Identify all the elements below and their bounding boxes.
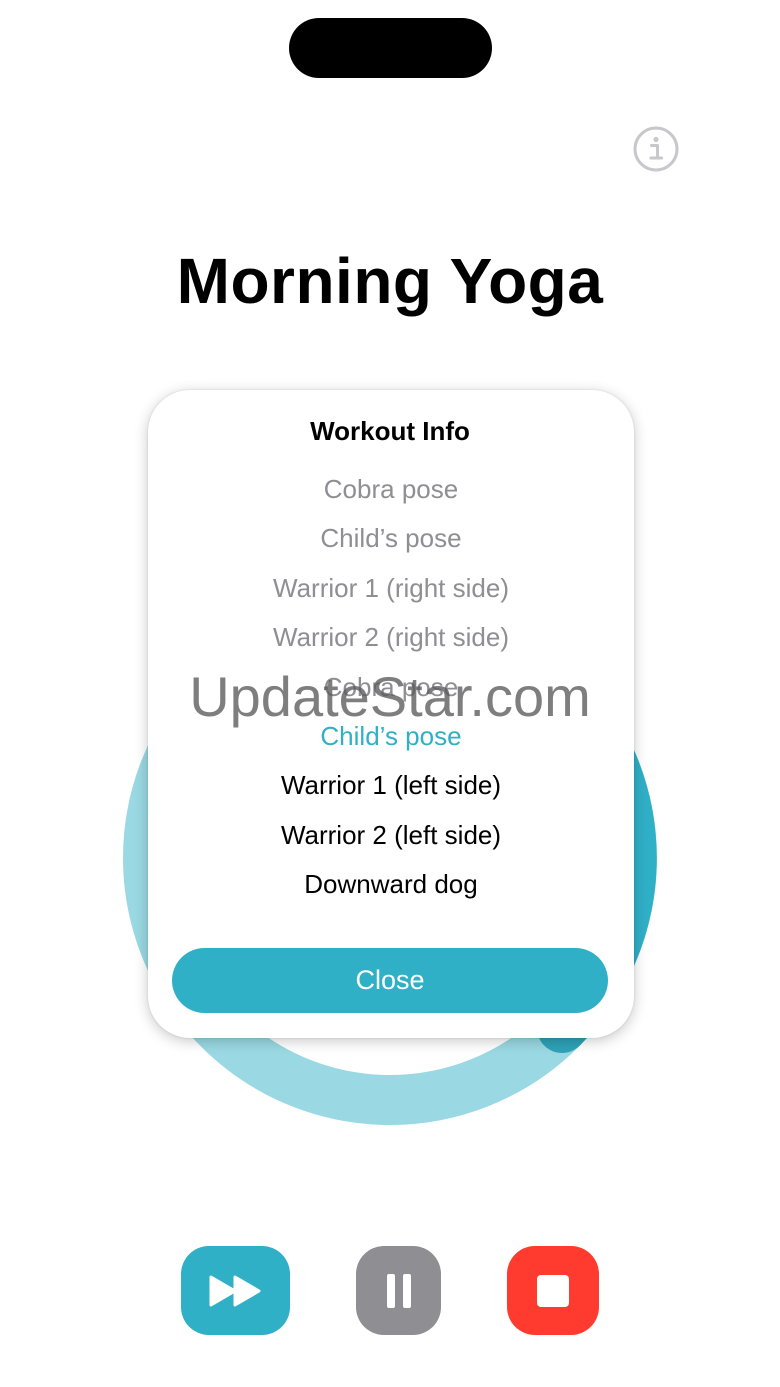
exercise-item: Cobra pose: [323, 474, 459, 504]
workout-screen: Morning Yoga Workout Info Cobra pose Chi…: [0, 0, 780, 1387]
exercise-item-current: Child’s pose: [320, 720, 462, 751]
pause-icon: [386, 1273, 411, 1308]
exercise-list: Cobra pose Child’s pose Warrior 1 (right…: [148, 465, 634, 910]
popup-title: Workout Info: [310, 416, 470, 446]
dynamic-island: [289, 18, 492, 78]
info-circle-icon: [633, 126, 679, 172]
stop-button[interactable]: [507, 1246, 599, 1335]
stop-icon: [537, 1274, 569, 1307]
exercise-item: Warrior 2 (left side): [280, 819, 502, 850]
pause-button[interactable]: [356, 1246, 441, 1335]
exercise-item: Warrior 1 (left side): [280, 770, 502, 801]
fast-forward-icon: [209, 1275, 260, 1306]
info-button[interactable]: [633, 126, 679, 172]
skip-button[interactable]: [181, 1246, 290, 1335]
exercise-item: Downward dog: [304, 869, 478, 900]
exercise-item: Warrior 2 (right side): [273, 622, 509, 653]
exercise-item: Cobra pose: [323, 671, 459, 702]
workout-title: Morning Yoga: [176, 245, 604, 317]
close-button[interactable]: Close: [172, 948, 608, 1013]
exercise-item: Child’s pose: [320, 523, 462, 554]
exercise-item: Warrior 1 (right side): [273, 572, 509, 603]
